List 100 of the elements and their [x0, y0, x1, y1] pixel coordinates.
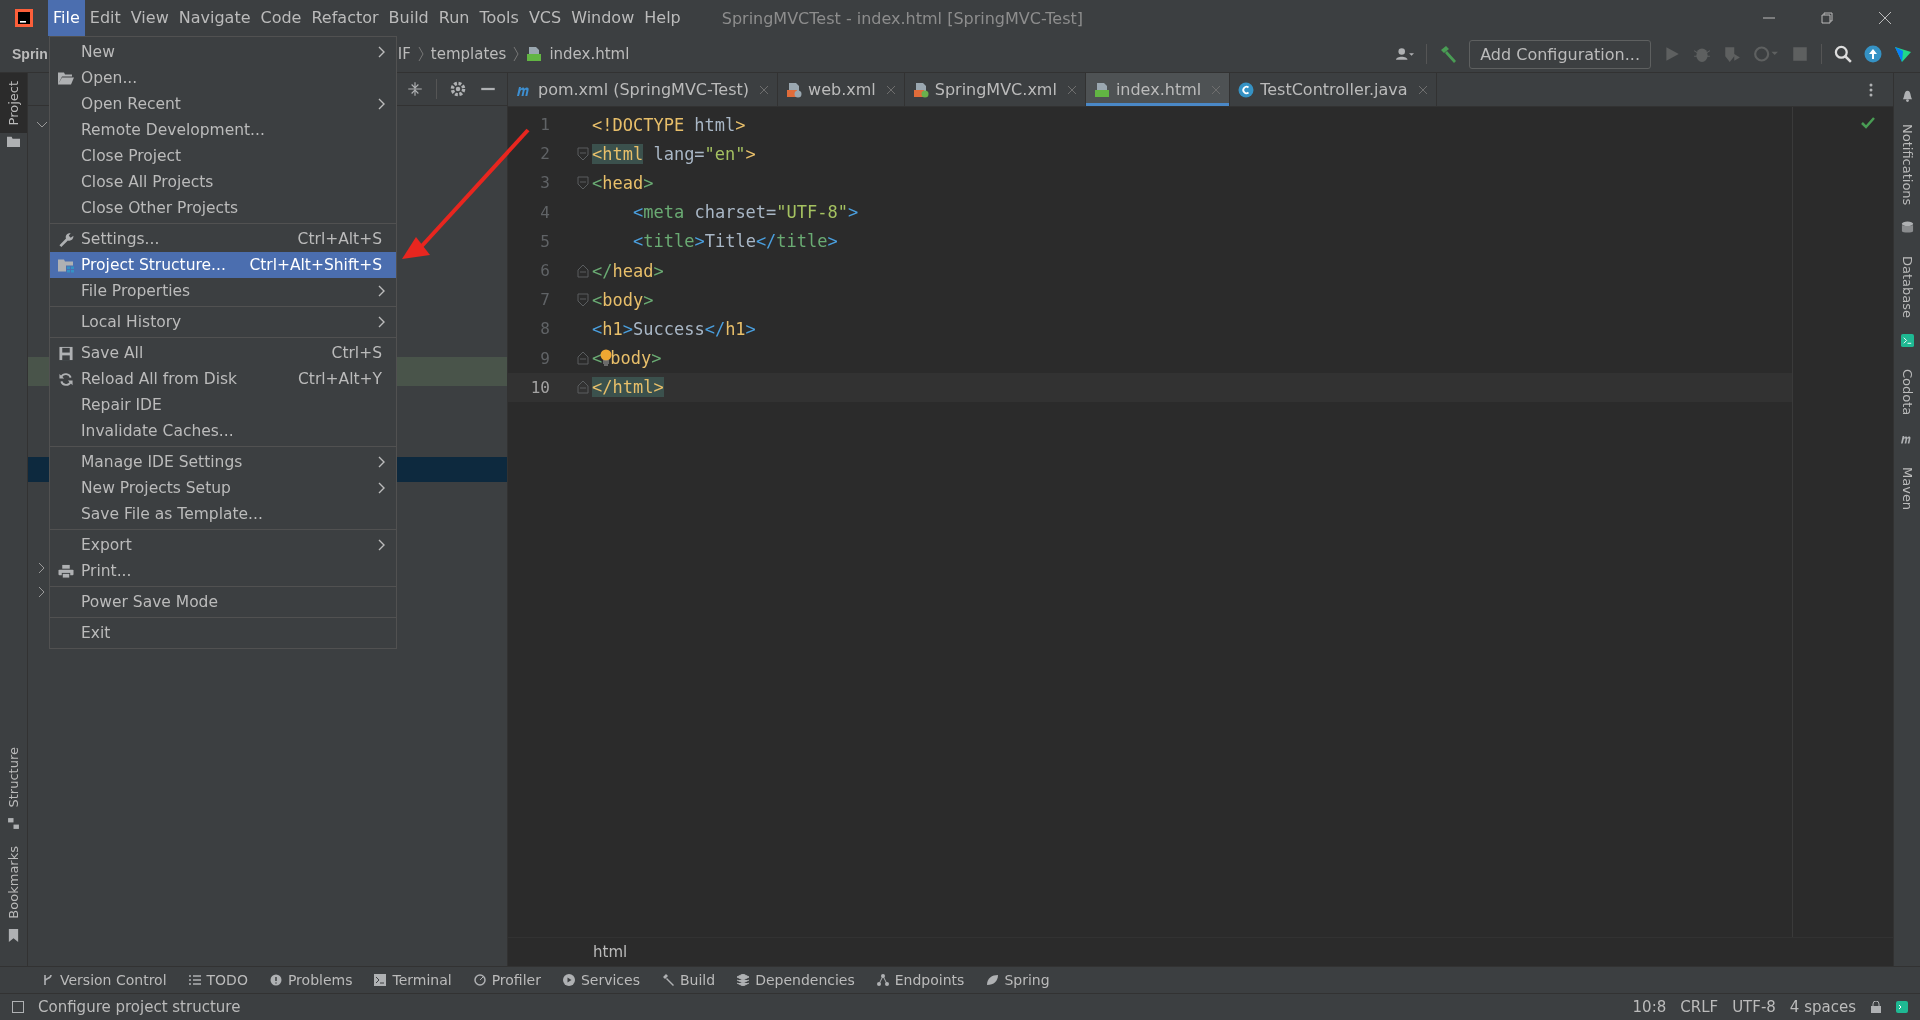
structure-icon [7, 817, 20, 831]
menu-bar-item[interactable]: Help [639, 0, 686, 36]
menu-item[interactable]: Export [50, 532, 396, 558]
tool-window-button[interactable]: Version Control [42, 972, 167, 988]
breadcrumb-item[interactable]: templates [430, 45, 507, 63]
menu-bar-item[interactable]: Window [566, 0, 640, 36]
tool-window-tab[interactable]: Database [1894, 248, 1920, 327]
editor-tab[interactable]: index.html [1085, 73, 1231, 106]
panel-toggle-icon[interactable] [12, 1001, 24, 1013]
assistant-icon[interactable] [1896, 1001, 1908, 1013]
tool-window-button[interactable]: Profiler [473, 972, 541, 988]
menu-item[interactable]: File Properties [50, 278, 396, 304]
hammer-icon[interactable] [1439, 45, 1458, 63]
menu-item[interactable]: Save File as Template... [50, 501, 396, 527]
status-item[interactable]: 10:8 [1632, 998, 1667, 1016]
menu-item[interactable]: Exit [50, 620, 396, 646]
update-icon[interactable] [1864, 45, 1882, 63]
menu-item[interactable]: Power Save Mode [50, 589, 396, 615]
toolbox-logo-icon[interactable] [1894, 45, 1912, 63]
user-icon[interactable] [1396, 45, 1415, 63]
fold-marker-icon[interactable] [577, 351, 589, 366]
collapse-icon[interactable] [406, 80, 424, 98]
menu-bar-item[interactable]: Code [255, 0, 307, 36]
menu-bar-item[interactable]: Run [433, 0, 475, 36]
menu-item[interactable]: Open Recent [50, 91, 396, 117]
menu-item[interactable]: Manage IDE Settings [50, 449, 396, 475]
expand-chevron-icon[interactable] [38, 562, 46, 574]
editor-tab[interactable]: TestController.java [1230, 73, 1437, 106]
code-token: > [745, 318, 756, 339]
menu-bar-item[interactable]: Edit [84, 0, 126, 36]
expand-chevron-icon[interactable] [38, 586, 46, 598]
status-item[interactable]: UTF-8 [1732, 998, 1776, 1016]
menu-item[interactable]: Reload All from Disk Ctrl+Alt+Y [50, 366, 396, 392]
menu-bar-item[interactable]: View [125, 0, 174, 36]
restore-icon[interactable] [1820, 11, 1834, 25]
menu-item[interactable]: Local History [50, 309, 396, 335]
tool-window-tab[interactable]: Bookmarks [0, 838, 27, 927]
code-token: </ [755, 231, 777, 252]
menu-item[interactable]: New [50, 39, 396, 65]
tool-window-button[interactable]: Problems [269, 972, 353, 988]
code-token: > [848, 202, 859, 223]
menu-item[interactable]: Invalidate Caches... [50, 418, 396, 444]
fold-marker-icon[interactable] [577, 263, 589, 278]
tool-window-tab[interactable]: Structure [0, 738, 27, 816]
menu-item[interactable]: Open... [50, 65, 396, 91]
menu-item[interactable]: Close All Projects [50, 169, 396, 195]
menu-item[interactable]: Project Structure... Ctrl+Alt+Shift+S [50, 252, 396, 278]
tool-window-tab[interactable]: Maven [1894, 458, 1920, 518]
app-logo-icon[interactable] [14, 8, 34, 28]
fold-marker-icon[interactable] [577, 380, 589, 395]
menu-item[interactable]: Save All Ctrl+S [50, 340, 396, 366]
breadcrumb-item[interactable]: index.html [549, 45, 630, 63]
menu-bar-item[interactable]: File [48, 0, 85, 36]
editor-tab[interactable]: pom.xml (SpringMVC-Test) [508, 73, 779, 106]
breadcrumb-item[interactable]: IF [397, 45, 411, 63]
menu-item[interactable]: Close Project [50, 143, 396, 169]
tool-window-button[interactable]: Spring [986, 972, 1050, 988]
lock-icon[interactable] [1870, 1001, 1882, 1013]
tool-window-button[interactable]: Services [562, 972, 640, 988]
status-item[interactable]: 4 spaces [1789, 998, 1856, 1016]
add-configuration-button[interactable]: Add Configuration... [1469, 39, 1651, 69]
menu-bar-item[interactable]: VCS [523, 0, 567, 36]
menu-bar-item[interactable]: Build [383, 0, 434, 36]
settings-icon[interactable] [449, 80, 467, 98]
tool-window-tab[interactable]: Project [0, 73, 27, 134]
fold-marker-icon[interactable] [577, 292, 589, 307]
menu-bar-item[interactable]: Tools [474, 0, 524, 36]
status-item[interactable]: CRLF [1680, 998, 1719, 1016]
tool-window-button[interactable]: TODO [188, 972, 248, 988]
editor-tab[interactable]: SpringMVC.xml [904, 73, 1086, 106]
fold-marker-icon[interactable] [577, 175, 589, 190]
fold-marker-icon[interactable] [577, 146, 589, 161]
tool-window-button[interactable]: Endpoints [876, 972, 965, 988]
menu-item[interactable]: Print... [50, 558, 396, 584]
editor-tab[interactable]: web.xml [778, 73, 905, 106]
breadcrumb-item[interactable]: Sprin [0, 46, 48, 62]
more-icon[interactable] [1869, 82, 1873, 97]
menu-item[interactable]: Repair IDE [50, 392, 396, 418]
menu-item[interactable]: Remote Development... [50, 117, 396, 143]
line-number: 6 [539, 261, 550, 281]
lightbulb-icon[interactable] [600, 349, 613, 368]
tool-window-tab[interactable]: Notifications [1894, 116, 1920, 214]
tool-window-button[interactable]: Dependencies [737, 972, 855, 988]
tool-window-button[interactable]: Terminal [374, 972, 452, 988]
menu-bar-item[interactable]: Refactor [306, 0, 384, 36]
tool-window-button[interactable]: Build [661, 972, 716, 988]
tool-window-tab[interactable]: Codota [1894, 361, 1920, 424]
close-icon[interactable] [1878, 11, 1892, 25]
code-token: < [633, 231, 644, 252]
xml-file-icon [786, 81, 803, 98]
warning-icon [269, 974, 282, 986]
search-icon[interactable] [1834, 45, 1852, 63]
breadcrumb-item[interactable]: html [593, 943, 628, 961]
menu-item[interactable]: Settings... Ctrl+Alt+S [50, 226, 396, 252]
menu-bar-item[interactable]: Navigate [173, 0, 256, 36]
expand-chevron-icon[interactable] [36, 120, 48, 130]
menu-item[interactable]: New Projects Setup [50, 475, 396, 501]
menu-item[interactable]: Close Other Projects [50, 195, 396, 221]
wrench-icon [57, 231, 74, 247]
code-token: head [612, 260, 654, 281]
